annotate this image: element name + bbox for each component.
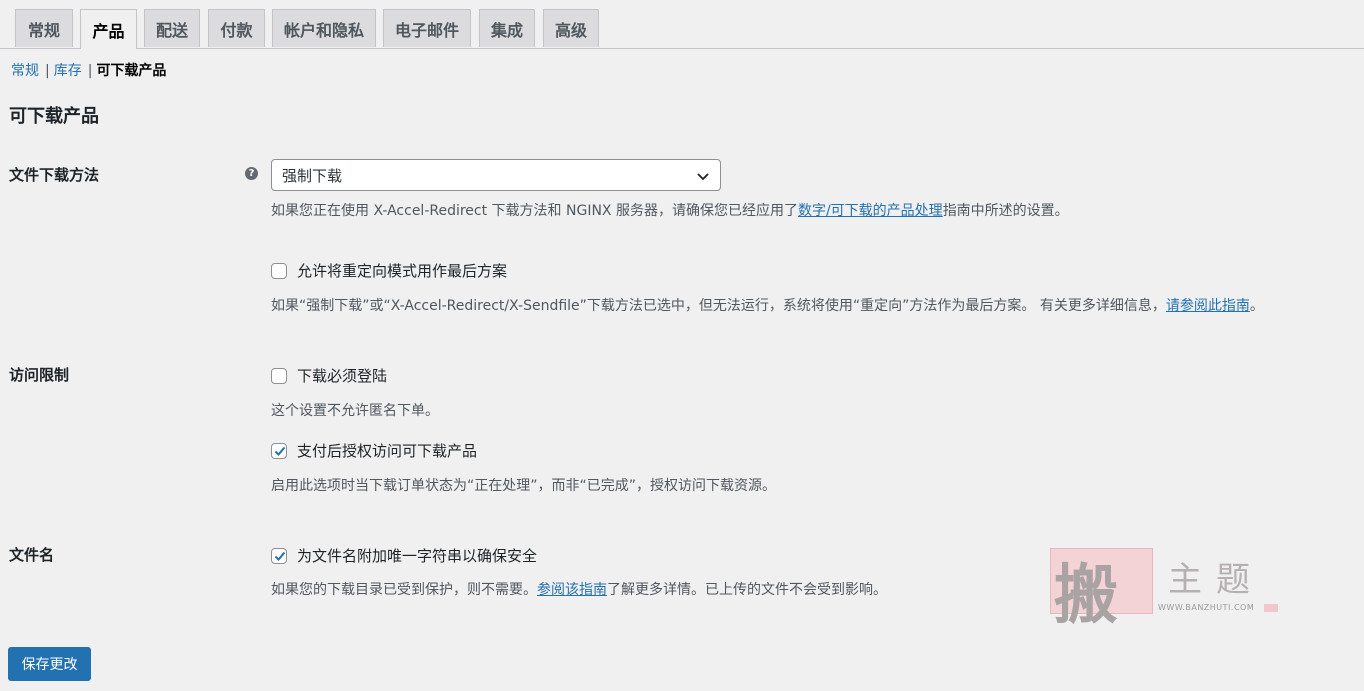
- grant-access-option[interactable]: 支付后授权访问可下载产品: [271, 440, 477, 461]
- tab-products[interactable]: 产品: [80, 9, 137, 49]
- redirect-fallback-description: 如果“强制下载”或“X-Accel-Redirect/X-Sendfile”下载…: [271, 295, 1264, 315]
- redirect-guide-link[interactable]: 请参阅此指南: [1166, 298, 1250, 314]
- tab-payments[interactable]: 付款: [208, 9, 265, 47]
- unique-filename-label: 为文件名附加唯一字符串以确保安全: [297, 547, 538, 565]
- unique-filename-option[interactable]: 为文件名附加唯一字符串以确保安全: [271, 545, 537, 566]
- watermark-bar: [1264, 604, 1278, 612]
- save-changes-button[interactable]: 保存更改: [8, 647, 91, 681]
- watermark-url: WWW.BANZHUTI.COM: [1158, 603, 1255, 612]
- section-subnav: 常规 | 库存 | 可下载产品: [11, 60, 166, 80]
- tab-accounts-privacy[interactable]: 帐户和隐私: [272, 9, 376, 47]
- tab-emails[interactable]: 电子邮件: [383, 9, 471, 47]
- require-login-checkbox[interactable]: [271, 367, 287, 384]
- unique-filename-description: 如果您的下载目录已受到保护，则不需要。参阅该指南了解更多详情。已上传的文件不会受…: [271, 579, 887, 599]
- download-method-select[interactable]: 强制下载: [271, 159, 721, 191]
- question-circle-icon[interactable]: ?: [245, 167, 258, 180]
- digital-products-guide-link[interactable]: 数字/可下载的产品处理: [798, 203, 943, 219]
- unique-filename-checkbox[interactable]: [271, 547, 287, 564]
- subnav-inventory-link[interactable]: 库存: [54, 63, 82, 79]
- tab-advanced[interactable]: 高级: [543, 9, 599, 47]
- watermark-text: 主题: [1168, 560, 1264, 600]
- require-login-label: 下载必须登陆: [297, 367, 388, 385]
- checkmark-icon: [274, 551, 286, 561]
- download-method-label: 文件下载方法: [9, 166, 100, 184]
- grant-access-description: 启用此选项时当下载订单状态为“正在处理”，而非“已完成”，授权访问下载资源。: [271, 478, 777, 494]
- redirect-fallback-checkbox[interactable]: [271, 262, 287, 279]
- require-login-description: 这个设置不允许匿名下单。: [271, 403, 439, 419]
- tab-shipping[interactable]: 配送: [144, 9, 200, 47]
- page-title: 可下载产品: [9, 106, 99, 127]
- grant-access-checkbox[interactable]: [271, 442, 287, 459]
- chevron-down-icon: [697, 173, 709, 181]
- filename-desc-text: 如果您的下载目录已受到保护，则不需要。: [271, 582, 537, 598]
- filename-label: 文件名: [9, 546, 55, 564]
- download-method-desc-tail: 指南中所述的设置。: [942, 203, 1069, 219]
- watermark-big-char: 搬: [1054, 558, 1118, 633]
- filename-desc-tail: 了解更多详情。已上传的文件不会受到影响。: [607, 582, 887, 598]
- redirect-desc-tail: 。: [1249, 298, 1264, 314]
- redirect-desc-text: 如果“强制下载”或“X-Accel-Redirect/X-Sendfile”下载…: [271, 298, 1166, 314]
- settings-tabs: 常规 产品 配送 付款 帐户和隐私 电子邮件 集成 高级: [0, 0, 1364, 49]
- subnav-separator: |: [87, 63, 93, 79]
- tab-integration[interactable]: 集成: [479, 9, 535, 47]
- checkmark-icon: [274, 446, 286, 456]
- require-login-option[interactable]: 下载必须登陆: [271, 365, 387, 386]
- access-restriction-label: 访问限制: [9, 366, 70, 384]
- grant-access-label: 支付后授权访问可下载产品: [297, 442, 478, 460]
- download-method-value: 强制下载: [282, 166, 343, 185]
- filename-guide-link[interactable]: 参阅该指南: [537, 582, 607, 598]
- subnav-current: 可下载产品: [96, 63, 167, 79]
- tab-general[interactable]: 常规: [15, 9, 73, 47]
- download-method-desc-text: 如果您正在使用 X-Accel-Redirect 下载方法和 NGINX 服务器…: [271, 203, 798, 219]
- subnav-general-link[interactable]: 常规: [11, 63, 39, 79]
- redirect-fallback-option[interactable]: 允许将重定向模式用作最后方案: [271, 260, 507, 281]
- redirect-fallback-label: 允许将重定向模式用作最后方案: [297, 262, 508, 280]
- subnav-separator: |: [45, 63, 50, 79]
- download-method-description: 如果您正在使用 X-Accel-Redirect 下载方法和 NGINX 服务器…: [271, 200, 1069, 220]
- watermark-logo: 搬 主题 WWW.BANZHUTI.COM: [1050, 548, 1280, 633]
